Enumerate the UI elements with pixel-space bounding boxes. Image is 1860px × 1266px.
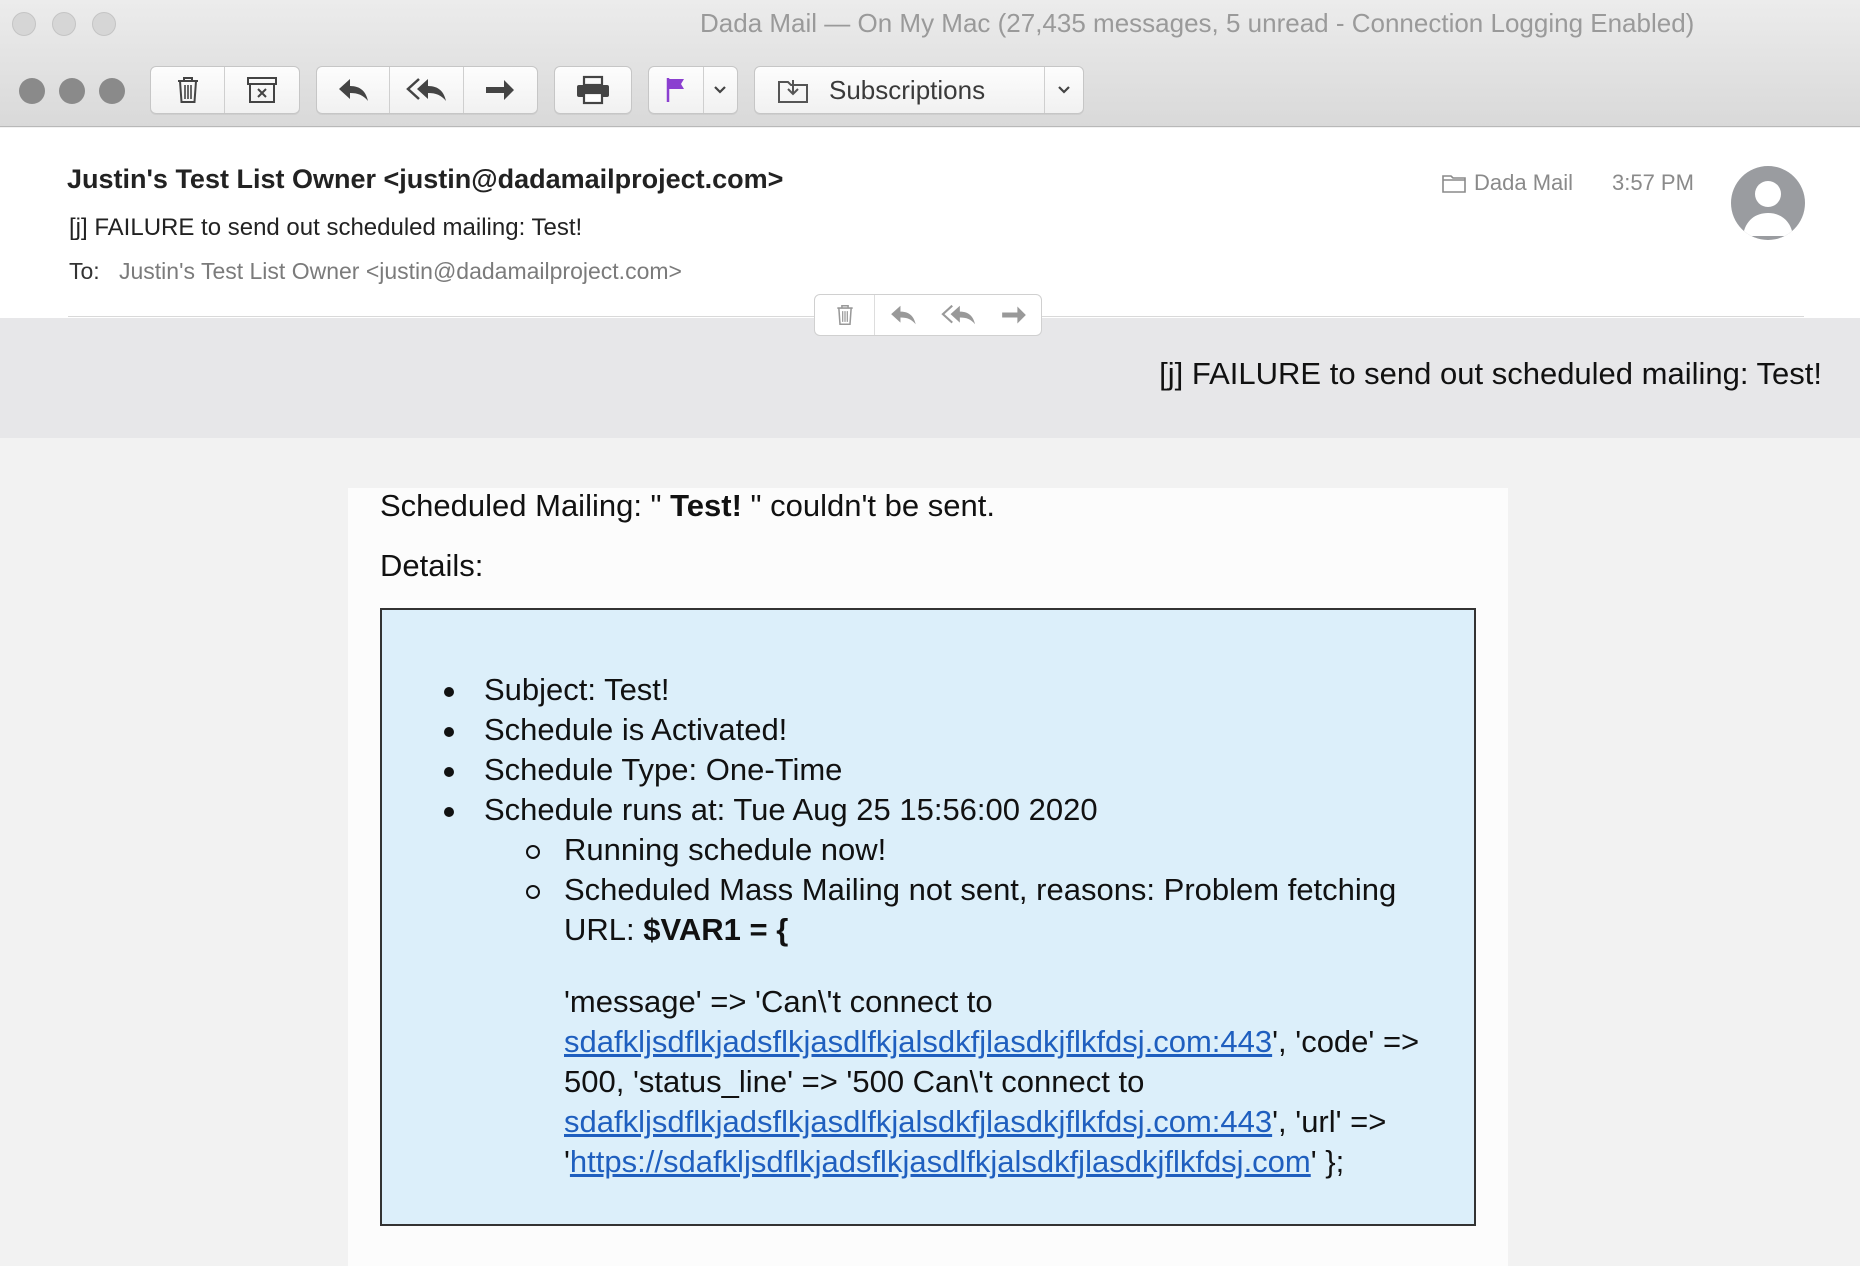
error-url-link[interactable]: https://sdafkljsdflkjadsflkjasdlfkjalsdk… <box>570 1144 1311 1179</box>
flag-menu-button[interactable] <box>704 67 737 113</box>
banner-subject: [j] FAILURE to send out scheduled mailin… <box>1159 356 1822 391</box>
flag-button[interactable] <box>649 67 704 113</box>
print-icon <box>577 75 609 105</box>
toolbar-dot <box>99 78 125 104</box>
zoom-window-button[interactable] <box>92 12 116 36</box>
reply-icon <box>339 79 369 101</box>
trash-icon <box>177 77 198 103</box>
sub-list-item-error: Scheduled Mass Mailing not sent, reasons… <box>512 870 1452 1182</box>
reply-all-icon <box>941 304 976 325</box>
sub-list-item: Running schedule now! <box>512 830 1452 870</box>
error-var: $VAR1 = { <box>643 912 789 947</box>
chevron-down-icon <box>1058 86 1070 94</box>
window-title: Dada Mail — On My Mac (27,435 messages, … <box>700 8 1695 38</box>
minimize-window-button[interactable] <box>52 12 76 36</box>
to-label: To: <box>69 258 100 284</box>
summary-mailing-name: Test! <box>670 488 742 523</box>
delete-button[interactable] <box>151 67 225 113</box>
failure-summary: Scheduled Mailing: " Test! " couldn't be… <box>380 488 995 524</box>
reply-all-button[interactable] <box>390 67 464 113</box>
received-time: 3:57 PM <box>1612 170 1694 195</box>
reply-group <box>316 66 538 114</box>
schedule-sub-list: Running schedule now! Scheduled Mass Mai… <box>512 830 1452 1182</box>
move-to-subscriptions-button[interactable]: Subscriptions <box>755 67 1046 113</box>
forward-icon <box>1002 306 1026 324</box>
toolbar-dot <box>59 78 85 104</box>
forward-icon <box>486 80 515 100</box>
forward-button[interactable] <box>464 67 537 113</box>
sender[interactable]: Justin's Test List Owner <justin@dadamai… <box>67 164 783 195</box>
mailbox-name: Dada Mail <box>1474 170 1574 195</box>
dump-text: 'message' => 'Can\'t connect to <box>564 984 993 1019</box>
hover-action-bar <box>814 294 1042 336</box>
message-header: Justin's Test List Owner <justin@dadamai… <box>0 128 1860 318</box>
details-box: Subject: Test! Schedule is Activated! Sc… <box>380 608 1476 1226</box>
list-item-schedule: Schedule runs at: Tue Aug 25 15:56:00 20… <box>432 790 1452 1182</box>
message-content: Scheduled Mailing: " Test! " couldn't be… <box>348 488 1508 1266</box>
hover-reply-button[interactable] <box>875 295 931 335</box>
message-body: Scheduled Mailing: " Test! " couldn't be… <box>0 438 1860 1266</box>
details-list: Subject: Test! Schedule is Activated! Sc… <box>432 670 1452 1182</box>
print-button[interactable] <box>555 67 631 113</box>
error-dump: 'message' => 'Can\'t connect to sdafkljs… <box>564 982 1452 1182</box>
mailbox-indicator[interactable]: Dada Mail <box>1442 170 1573 196</box>
reply-all-icon <box>405 78 446 101</box>
archive-icon <box>247 77 277 103</box>
trash-icon <box>836 305 853 325</box>
hover-reply-all-button[interactable] <box>931 295 987 335</box>
move-to-mailbox-icon <box>778 80 808 103</box>
window-toolbar: Dada Mail — On My Mac (27,435 messages, … <box>0 0 1860 127</box>
list-item: Schedule Type: One-Time <box>432 750 1452 790</box>
flag-icon <box>666 78 684 102</box>
move-to-mailbox-group: Subscriptions <box>754 66 1084 114</box>
hover-delete-button[interactable] <box>815 295 875 335</box>
list-item: Subject: Test! <box>432 670 1452 710</box>
reply-icon <box>891 305 916 325</box>
schedule-runs-at: Schedule runs at: Tue Aug 25 15:56:00 20… <box>484 792 1098 827</box>
recipient[interactable]: Justin's Test List Owner <justin@dadamai… <box>119 258 682 285</box>
error-link[interactable]: sdafkljsdflkjadsflkjasdlfkjalsdkfjlasdkj… <box>564 1104 1272 1139</box>
chevron-down-icon <box>714 86 727 94</box>
avatar <box>1731 166 1805 240</box>
toolbar-dot <box>19 78 45 104</box>
error-link[interactable]: sdafkljsdflkjadsflkjasdlfkjalsdkfjlasdkj… <box>564 1024 1272 1059</box>
subject: [j] FAILURE to send out scheduled mailin… <box>69 214 583 241</box>
summary-prefix: Scheduled Mailing: " <box>380 488 671 523</box>
details-label: Details: <box>380 548 484 583</box>
folder-icon <box>1442 175 1466 193</box>
close-window-button[interactable] <box>12 12 36 36</box>
print-group <box>554 66 632 114</box>
hover-forward-button[interactable] <box>987 295 1041 335</box>
person-icon <box>1743 181 1793 236</box>
list-item: Schedule is Activated! <box>432 710 1452 750</box>
mailbox-button-label: Subscriptions <box>829 74 986 105</box>
delete-archive-group <box>150 66 300 114</box>
mailbox-menu-button[interactable] <box>1045 67 1083 113</box>
flag-group <box>648 66 738 114</box>
subject-banner: [j] FAILURE to send out scheduled mailin… <box>0 318 1860 438</box>
archive-button[interactable] <box>225 67 299 113</box>
dump-text: ' }; <box>1310 1144 1345 1179</box>
summary-suffix: " couldn't be sent. <box>741 488 995 523</box>
reply-button[interactable] <box>317 67 391 113</box>
